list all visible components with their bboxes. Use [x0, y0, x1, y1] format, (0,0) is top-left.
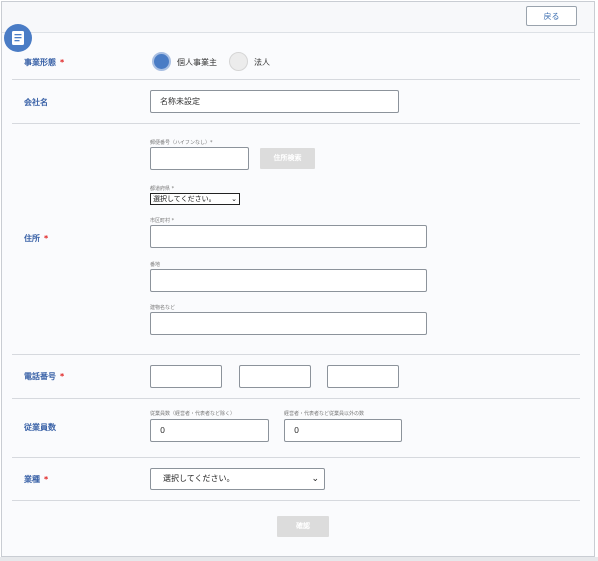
bottom-strip [0, 557, 598, 561]
industry-label: 業種 * [24, 475, 49, 484]
divider [12, 79, 580, 80]
industry-select[interactable]: 選択してください。 ⌄ [150, 468, 325, 490]
phone-label: 電話番号 * [24, 372, 65, 381]
other-count-label: 経営者・代表者など従業員以外の数 [284, 411, 365, 417]
company-name-label: 会社名 [24, 98, 48, 107]
prefecture-label: 都道府県 * [150, 186, 175, 192]
divider [12, 123, 580, 124]
city-label: 市区町村 * [150, 218, 175, 224]
employee-count-input[interactable]: 0 [150, 419, 269, 442]
prefecture-select[interactable]: 選択してください。 ⌄ [150, 193, 240, 205]
address-label: 住所 * [24, 234, 49, 243]
divider [12, 500, 580, 501]
top-bar: 戻る [2, 2, 594, 33]
chevron-down-icon: ⌄ [311, 474, 319, 484]
phone-input-1[interactable] [150, 365, 222, 388]
divider [12, 457, 580, 458]
building-input[interactable] [150, 312, 427, 335]
street-input[interactable] [150, 269, 427, 292]
building-label: 建物名など [150, 305, 176, 311]
other-count-input[interactable]: 0 [284, 419, 402, 442]
business-type-label: 事業形態 * [24, 58, 65, 67]
back-button[interactable]: 戻る [526, 6, 577, 26]
confirm-button[interactable]: 確認 [277, 516, 329, 537]
street-label: 番地 [150, 262, 161, 268]
postal-code-input[interactable] [150, 147, 249, 170]
postal-code-label: 郵便番号（ハイフンなし）* [150, 140, 213, 146]
radio-sole-proprietor[interactable] [152, 52, 171, 71]
employee-count-label: 従業員数（経営者・代表者など除く） [150, 411, 236, 417]
employees-label: 従業員数 [24, 423, 56, 432]
company-name-input[interactable]: 名称未設定 [150, 90, 399, 113]
city-input[interactable] [150, 225, 427, 248]
document-icon [4, 24, 32, 52]
divider [12, 398, 580, 399]
radio-corporation[interactable] [229, 52, 248, 71]
phone-input-2[interactable] [239, 365, 311, 388]
radio-sole-proprietor-label: 個人事業主 [177, 58, 217, 67]
divider [12, 354, 580, 355]
phone-input-3[interactable] [327, 365, 399, 388]
address-search-button[interactable]: 住所検索 [260, 148, 315, 169]
radio-corporation-label: 法人 [254, 58, 270, 67]
